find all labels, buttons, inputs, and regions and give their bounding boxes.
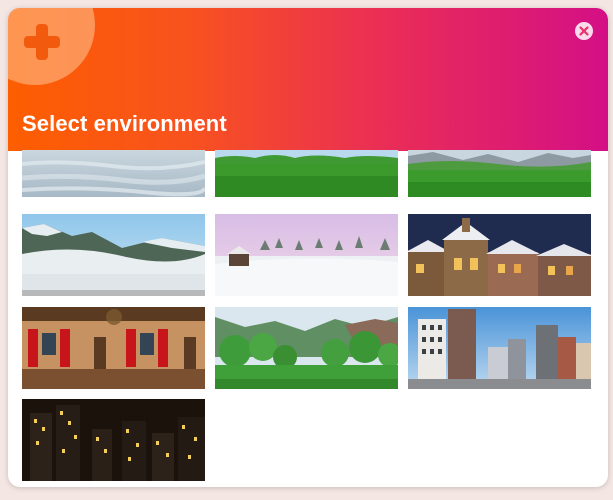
- dialog-header: Select environment: [8, 8, 608, 151]
- environment-thumbnail-city-day[interactable]: [408, 307, 591, 389]
- environment-thumbnail-city-night[interactable]: [22, 399, 205, 481]
- dialog-title: Select environment: [22, 111, 227, 136]
- environment-thumbnail-green-field[interactable]: [215, 150, 398, 197]
- environment-thumbnail-wooden-hall[interactable]: [22, 307, 205, 389]
- plus-icon: [22, 22, 62, 62]
- select-environment-dialog: Select environment: [8, 8, 608, 487]
- environment-thumbnail-mountain-meadow[interactable]: [408, 150, 591, 197]
- environment-grid: [8, 150, 608, 487]
- environment-thumbnail-snowy-mountains[interactable]: [22, 214, 205, 296]
- environment-thumbnail-winter-village-night[interactable]: [408, 214, 591, 296]
- environment-thumbnail-snowy-plain[interactable]: [22, 150, 205, 197]
- environment-thumbnail-green-valley[interactable]: [215, 307, 398, 389]
- environment-thumbnail-winter-cabin[interactable]: [215, 214, 398, 296]
- close-icon: [575, 22, 593, 40]
- close-button[interactable]: [575, 22, 593, 40]
